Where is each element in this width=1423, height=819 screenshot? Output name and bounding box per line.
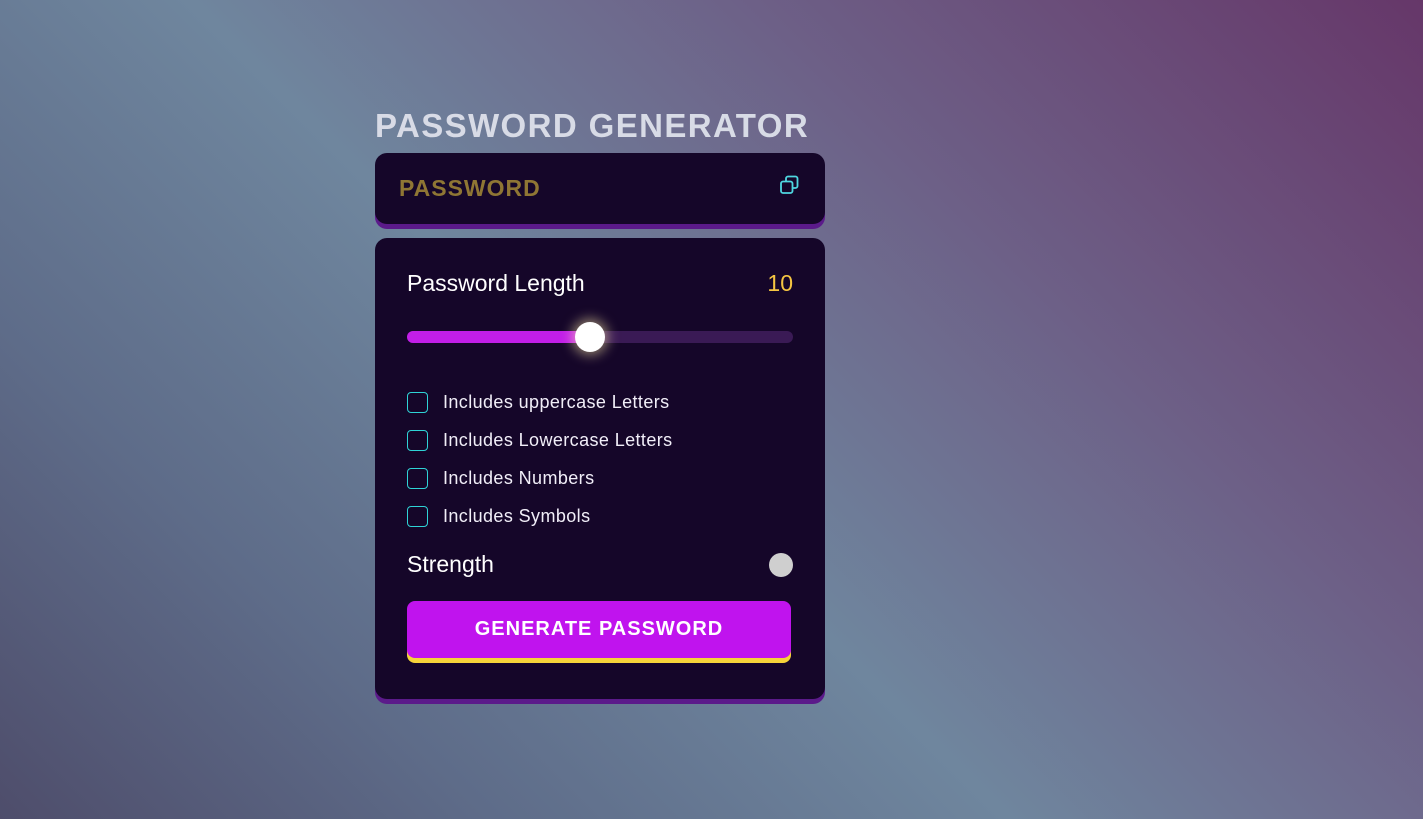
- settings-panel: Password Length 10 Includes uppercase Le…: [375, 238, 825, 699]
- slider-fill: [407, 331, 591, 343]
- strength-indicator: [769, 552, 793, 577]
- numbers-checkbox[interactable]: [407, 467, 428, 489]
- lowercase-checkbox[interactable]: [407, 429, 428, 451]
- option-numbers[interactable]: Includes Numbers: [407, 459, 793, 497]
- option-label: Includes Symbols: [443, 505, 591, 526]
- slider-thumb[interactable]: [575, 322, 606, 352]
- page-title: PASSWORD GENERATOR: [375, 107, 810, 144]
- password-generator: PASSWORD GENERATOR PASSWORD Password Len…: [375, 108, 825, 699]
- option-uppercase[interactable]: Includes uppercase Letters: [407, 383, 793, 421]
- generate-button[interactable]: GENERATE PASSWORD: [407, 601, 791, 658]
- length-label: Password Length: [407, 270, 585, 296]
- option-label: Includes uppercase Letters: [443, 391, 670, 412]
- strength-row: Strength: [407, 551, 793, 578]
- password-output: PASSWORD: [399, 175, 541, 201]
- length-row: Password Length 10: [407, 270, 793, 297]
- copy-button[interactable]: [779, 174, 801, 196]
- options-list: Includes uppercase Letters Includes Lowe…: [407, 383, 793, 535]
- uppercase-checkbox[interactable]: [407, 391, 428, 413]
- password-display: PASSWORD: [375, 153, 825, 224]
- option-symbols[interactable]: Includes Symbols: [407, 497, 793, 535]
- option-label: Includes Numbers: [443, 467, 595, 488]
- strength-label: Strength: [407, 551, 494, 577]
- option-label: Includes Lowercase Letters: [443, 429, 673, 450]
- length-value: 10: [767, 270, 793, 296]
- option-lowercase[interactable]: Includes Lowercase Letters: [407, 421, 793, 459]
- length-slider[interactable]: [407, 322, 793, 352]
- symbols-checkbox[interactable]: [407, 505, 428, 527]
- copy-icon: [780, 175, 799, 194]
